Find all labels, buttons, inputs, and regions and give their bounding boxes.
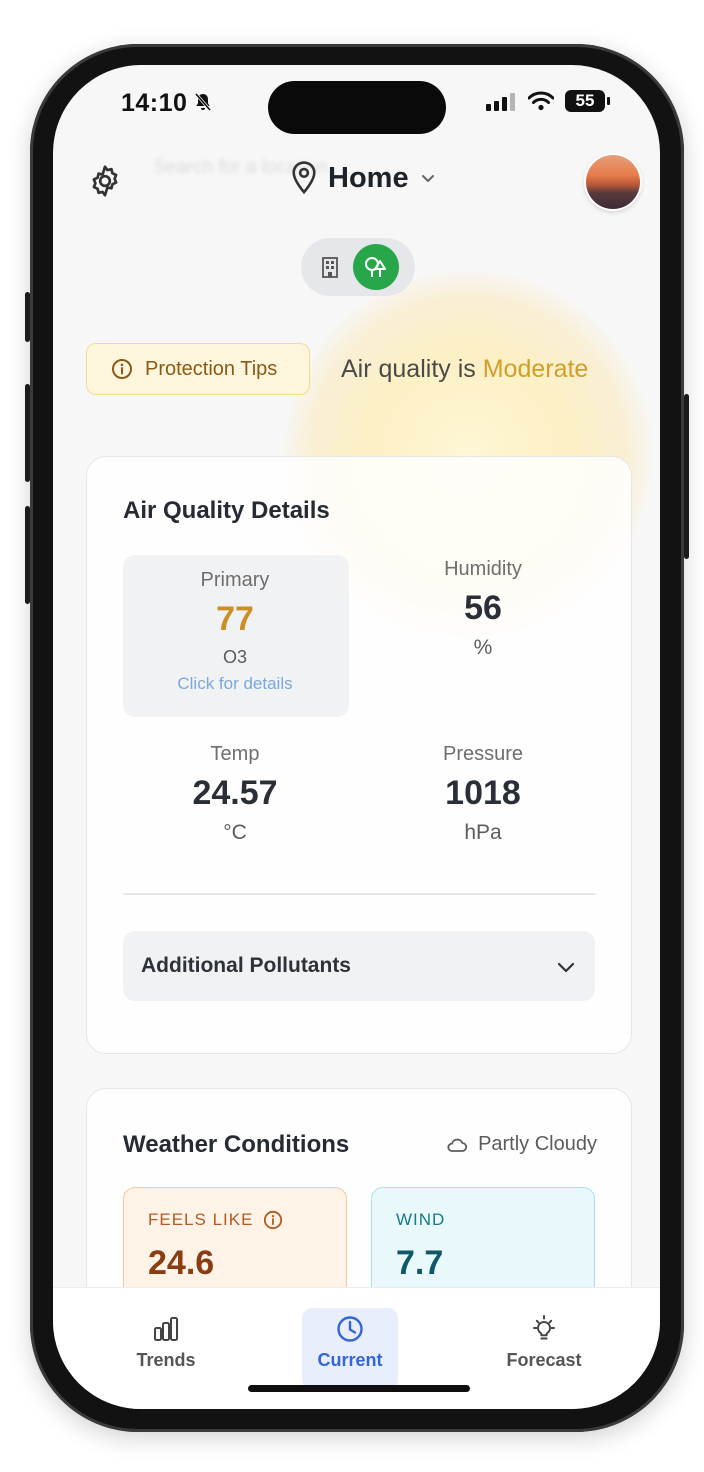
humidity-value: 56 — [464, 589, 502, 627]
pressure-stat: Pressure 1018 hPa — [371, 743, 595, 845]
outdoor-toggle-active[interactable] — [353, 244, 399, 290]
temp-unit: °C — [223, 821, 247, 844]
power-button — [684, 394, 689, 559]
air-quality-status: Air quality is Moderate — [341, 355, 588, 384]
tab-current[interactable]: Current — [302, 1308, 398, 1390]
additional-pollutants-accordion[interactable]: Additional Pollutants — [123, 931, 595, 1001]
info-icon[interactable] — [263, 1210, 283, 1230]
app-screen: 14:10 55 Search for a location Home Prot… — [53, 65, 660, 1409]
pressure-label: Pressure — [442, 743, 524, 765]
wind-value: 7.7 — [396, 1244, 444, 1282]
tab-forecast[interactable]: Forecast — [496, 1308, 592, 1390]
bell-off-icon — [194, 93, 212, 111]
protection-tips-label: Protection Tips — [145, 357, 278, 380]
pressure-value: 1018 — [445, 774, 521, 812]
info-icon — [112, 359, 132, 379]
weather-conditions-title: Weather Conditions — [123, 1131, 350, 1158]
tab-current-label: Current — [317, 1350, 383, 1370]
home-indicator[interactable] — [248, 1385, 470, 1392]
lightbulb-icon — [533, 1315, 555, 1340]
air-quality-card: Air Quality Details Primary 77 O3 Click … — [86, 456, 632, 1054]
building-icon[interactable] — [313, 250, 347, 284]
primary-pollutant: O3 — [222, 647, 247, 667]
cellular-signal-icon — [486, 93, 515, 111]
map-pin-icon — [292, 161, 316, 195]
feels-like-label: FEELS LIKE — [148, 1210, 254, 1229]
feels-like-header: FEELS LIKE — [148, 1210, 346, 1230]
primary-label: Primary — [200, 569, 270, 591]
battery-icon: 55 — [565, 90, 610, 112]
air-quality-title: Air Quality Details — [123, 497, 330, 524]
primary-stat[interactable]: Primary 77 O3 Click for details — [123, 569, 347, 694]
temp-value: 24.57 — [192, 774, 278, 812]
weather-condition: Partly Cloudy — [446, 1133, 597, 1156]
feels-like-value: 24.6 — [148, 1244, 215, 1282]
humidity-unit: % — [473, 636, 493, 659]
humidity-stat: Humidity 56 % — [371, 558, 595, 660]
status-time: 14:10 — [121, 89, 188, 117]
details-link[interactable]: Click for details — [123, 674, 347, 694]
wifi-icon — [528, 91, 554, 111]
action-button — [25, 292, 30, 342]
temp-stat: Temp 24.57 °C — [123, 743, 347, 845]
settings-gear-icon[interactable] — [87, 163, 123, 199]
humidity-label: Humidity — [444, 558, 522, 580]
tab-trends-label: Trends — [136, 1350, 196, 1370]
bar-chart-icon — [154, 1317, 178, 1341]
clock-icon — [337, 1316, 363, 1342]
divider — [123, 893, 595, 895]
pressure-unit: hPa — [464, 821, 502, 844]
location-selector[interactable]: Home — [288, 160, 437, 196]
weather-condition-label: Partly Cloudy — [478, 1133, 597, 1155]
cloud-icon — [447, 1138, 468, 1152]
volume-up-button — [25, 384, 30, 482]
dynamic-island — [268, 81, 446, 134]
primary-value: 77 — [216, 600, 254, 638]
indoor-outdoor-toggle[interactable] — [301, 238, 415, 296]
air-quality-level: Moderate — [482, 355, 589, 383]
volume-down-button — [25, 506, 30, 604]
tab-trends[interactable]: Trends — [118, 1308, 214, 1390]
chevron-down-icon — [557, 962, 575, 973]
protection-tips-button[interactable]: Protection Tips — [86, 343, 310, 395]
temp-label: Temp — [210, 743, 260, 765]
trees-icon — [365, 257, 386, 277]
wind-label: WIND — [396, 1210, 446, 1229]
additional-pollutants-label: Additional Pollutants — [141, 954, 351, 977]
location-title: Home — [328, 161, 409, 194]
chevron-down-icon — [421, 175, 434, 182]
avatar[interactable] — [586, 155, 640, 209]
tab-forecast-label: Forecast — [506, 1350, 582, 1370]
air-quality-prefix: Air quality is — [341, 355, 483, 383]
